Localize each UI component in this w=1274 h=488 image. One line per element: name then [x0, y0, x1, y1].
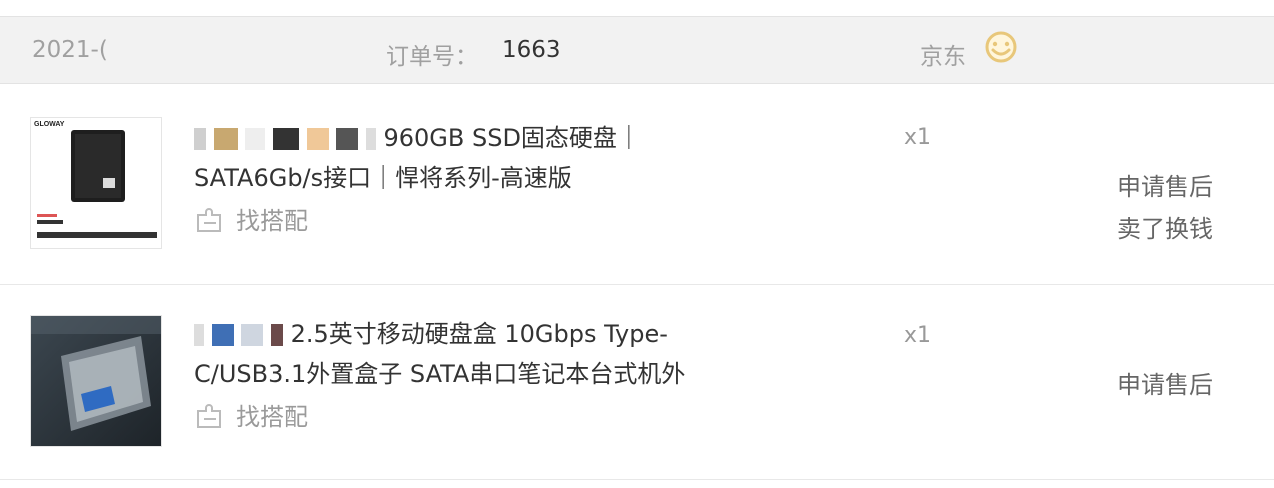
order-header: 2021-( 订单号： 1663 京东 — [0, 16, 1274, 84]
product-title-line1: 960GB SSD固态硬盘｜ — [383, 124, 641, 152]
order-date: 2021-( — [32, 37, 108, 63]
find-match-label: 找搭配 — [236, 403, 308, 431]
product-title-line1: 2.5英寸移动硬盘盒 10Gbps Type- — [290, 320, 668, 348]
order-item-row: GLOWAY 960GB SSD固态硬盘｜ SATA6Gb/s接口｜悍将系列-高… — [0, 85, 1274, 285]
product-title-line2: C/USB3.1外置盒子 SATA串口笔记本台式机外 — [194, 360, 686, 388]
apply-after-sale-link[interactable]: 申请售后 — [1117, 167, 1213, 202]
smiley-chat-icon[interactable] — [984, 31, 1018, 65]
shop-name[interactable]: 京东 — [920, 37, 966, 71]
order-item-row: 2.5英寸移动硬盘盒 10Gbps Type- C/USB3.1外置盒子 SAT… — [0, 285, 1274, 480]
find-match-button[interactable]: 找搭配 — [194, 397, 308, 432]
puzzle-icon — [197, 403, 221, 428]
find-match-button[interactable]: 找搭配 — [194, 201, 308, 236]
product-brand-text: GLOWAY — [34, 121, 65, 128]
order-number-label: 订单号： — [386, 44, 478, 70]
item-quantity: x1 — [904, 323, 932, 348]
hdd-enclosure-image[interactable] — [30, 315, 162, 447]
apply-after-sale-link[interactable]: 申请售后 — [1117, 365, 1213, 400]
product-title-line2: SATA6Gb/s接口｜悍将系列-高速版 — [194, 164, 572, 192]
find-match-label: 找搭配 — [236, 207, 308, 235]
item-quantity: x1 — [904, 125, 932, 150]
resell-link[interactable]: 卖了换钱 — [1117, 209, 1213, 244]
product-title[interactable]: 960GB SSD固态硬盘｜ SATA6Gb/s接口｜悍将系列-高速版 — [194, 118, 754, 198]
order-number: 1663 — [502, 37, 561, 63]
ssd-product-image[interactable]: GLOWAY — [30, 117, 162, 249]
product-title[interactable]: 2.5英寸移动硬盘盒 10Gbps Type- C/USB3.1外置盒子 SAT… — [194, 314, 754, 394]
puzzle-icon — [197, 207, 221, 232]
